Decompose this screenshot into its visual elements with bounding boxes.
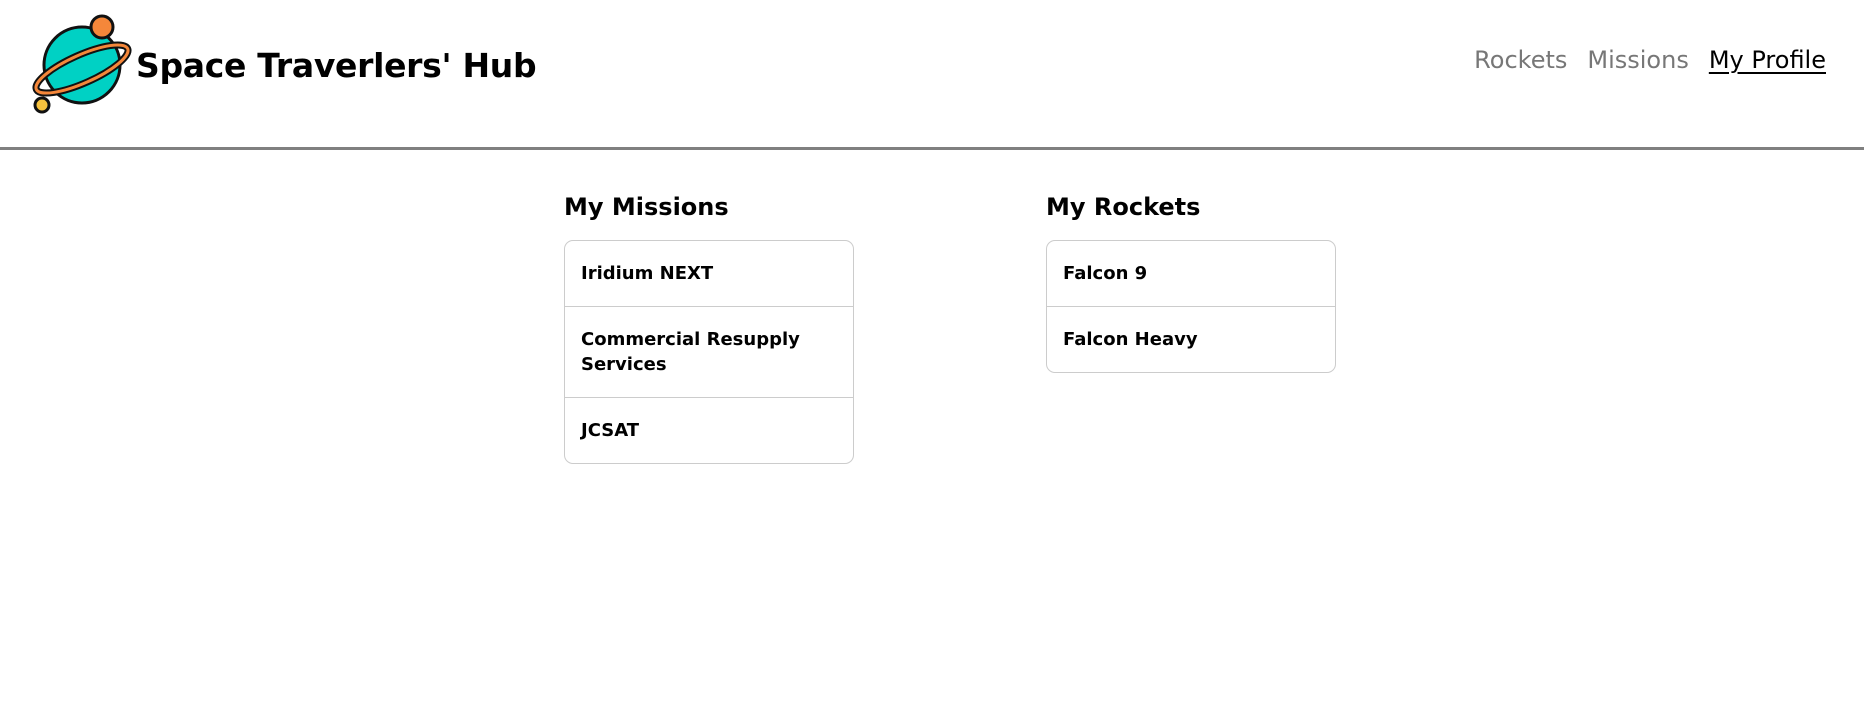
rockets-list: Falcon 9 Falcon Heavy xyxy=(1046,240,1336,373)
mission-list-item: Iridium NEXT xyxy=(565,241,853,307)
nav-link-rockets[interactable]: Rockets xyxy=(1474,46,1567,74)
nav-link-missions[interactable]: Missions xyxy=(1587,46,1688,74)
brand[interactable]: Space Traverlers' Hub xyxy=(30,10,537,120)
main-nav: Rockets Missions My Profile xyxy=(1474,46,1826,74)
site-header: Space Traverlers' Hub Rockets Missions M… xyxy=(0,0,1864,150)
mission-list-item: Commercial Resupply Services xyxy=(565,307,853,398)
my-missions-section: My Missions Iridium NEXT Commercial Resu… xyxy=(564,192,854,464)
planet-logo-icon xyxy=(32,14,132,114)
rocket-list-item: Falcon Heavy xyxy=(1063,329,1198,350)
my-rockets-section: My Rockets Falcon 9 Falcon Heavy xyxy=(1046,192,1336,373)
nav-link-my-profile[interactable]: My Profile xyxy=(1709,46,1826,74)
mission-list-item: JCSAT xyxy=(581,420,640,441)
site-title: Space Traverlers' Hub xyxy=(136,45,537,85)
missions-list: Iridium NEXT Commercial Resupply Service… xyxy=(564,240,854,464)
my-rockets-title: My Rockets xyxy=(1046,193,1201,221)
my-missions-title: My Missions xyxy=(564,193,729,221)
rocket-list-item: Falcon 9 xyxy=(1047,241,1335,307)
